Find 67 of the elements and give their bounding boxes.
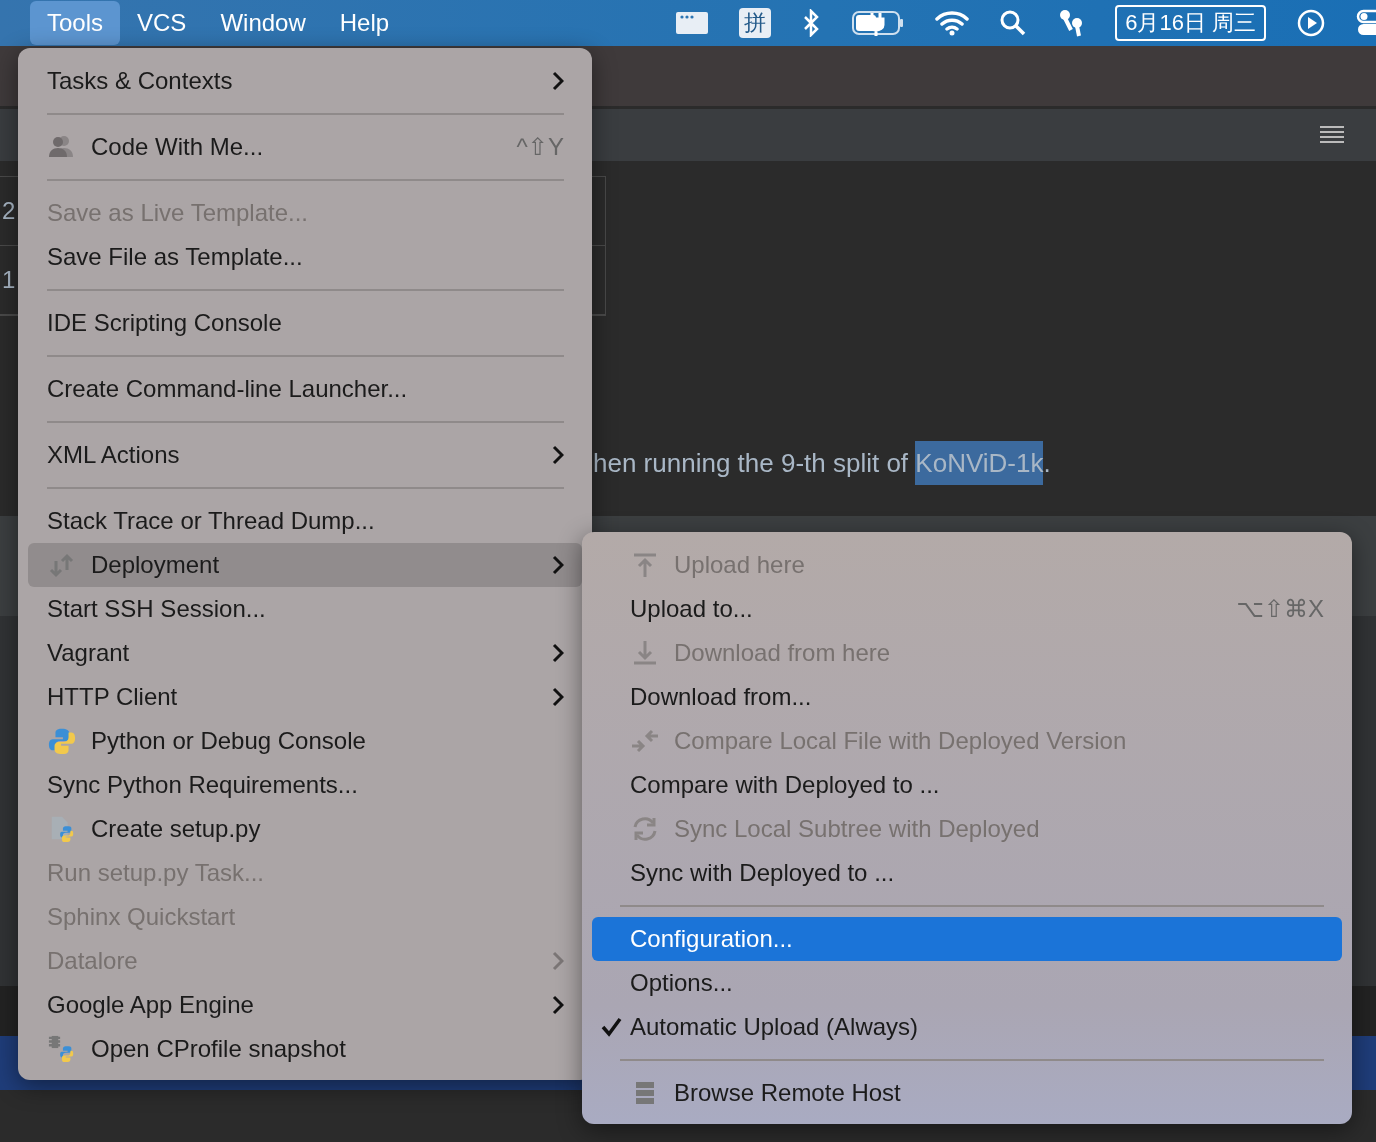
menu-item[interactable]: Upload to... ⌥⇧⌘X bbox=[592, 587, 1342, 631]
wifi-icon[interactable] bbox=[935, 10, 970, 36]
menu-item[interactable]: Download from... bbox=[592, 675, 1342, 719]
date-display[interactable]: 6月16日 周三 bbox=[1115, 5, 1266, 41]
menu-item-label: Google App Engine bbox=[47, 991, 255, 1019]
menu-item-label: Create setup.py bbox=[91, 815, 262, 843]
menu-item-label: Browse Remote Host bbox=[674, 1079, 902, 1107]
menu-item-label: Tasks & Contexts bbox=[47, 67, 234, 95]
menu-item-label: Download from... bbox=[630, 683, 813, 711]
menu-item-label: Save File as Template... bbox=[47, 243, 304, 271]
menu-item[interactable]: IDE Scripting Console bbox=[28, 301, 582, 345]
menu-item-label: HTTP Client bbox=[47, 683, 179, 711]
menu-item[interactable]: Automatic Upload (Always) bbox=[592, 1005, 1342, 1049]
menu-item-label: Configuration... bbox=[630, 925, 794, 953]
menu-item[interactable]: Python or Debug Console bbox=[28, 719, 582, 763]
shortcut-label: ⌥⇧⌘X bbox=[1236, 595, 1324, 623]
menu-item-label: Vagrant bbox=[47, 639, 131, 667]
menu-item[interactable]: Vagrant bbox=[28, 631, 582, 675]
menu-item-label: Compare with Deployed to ... bbox=[630, 771, 941, 799]
menu-item[interactable]: HTTP Client bbox=[28, 675, 582, 719]
menu-bar-item[interactable]: Window bbox=[203, 1, 323, 45]
search-icon[interactable] bbox=[999, 9, 1028, 37]
menu-item-label: Code With Me... bbox=[91, 133, 265, 161]
menu-item-label: Sync with Deployed to ... bbox=[630, 859, 896, 887]
menu-item[interactable]: Save File as Template... bbox=[28, 235, 582, 279]
menu-item[interactable]: Sync with Deployed to ... bbox=[592, 851, 1342, 895]
menu-item-label: Options... bbox=[630, 969, 734, 997]
menu-item[interactable]: Options... bbox=[592, 961, 1342, 1005]
input-method-indicator[interactable]: 拼 bbox=[739, 8, 772, 38]
play-icon[interactable] bbox=[1296, 8, 1326, 38]
menu-item[interactable]: Code With Me... ^⇧Y bbox=[28, 125, 582, 169]
menu-item[interactable]: XML Actions bbox=[28, 433, 582, 477]
menu-item-label: Open CProfile snapshot bbox=[91, 1035, 347, 1063]
menu-item-label: Python or Debug Console bbox=[91, 727, 367, 755]
menu-item[interactable]: Create setup.py bbox=[28, 807, 582, 851]
menu-item-label: Stack Trace or Thread Dump... bbox=[47, 507, 376, 535]
menu-item[interactable]: Stack Trace or Thread Dump... bbox=[28, 499, 582, 543]
menu-item-label: Sync Python Requirements... bbox=[47, 771, 359, 799]
menu-item[interactable]: Create Command-line Launcher... bbox=[28, 367, 582, 411]
menu-bar-item[interactable]: Help bbox=[322, 1, 407, 45]
menu-item-label: Create Command-line Launcher... bbox=[47, 375, 409, 403]
menu-item-label: Deployment bbox=[91, 551, 221, 579]
menu-item[interactable]: Google App Engine bbox=[28, 983, 582, 1027]
python-icon bbox=[47, 727, 77, 755]
menu-item[interactable]: Configuration... bbox=[592, 917, 1342, 961]
menu-item-label: XML Actions bbox=[47, 441, 181, 469]
menu-item-label: Compare Local File with Deployed Version bbox=[674, 727, 1128, 755]
menu-item-label: IDE Scripting Console bbox=[47, 309, 283, 337]
menu-item-label: Download from here bbox=[674, 639, 892, 667]
battery-icon[interactable] bbox=[851, 9, 906, 37]
menu-item-label: Sync Local Subtree with Deployed bbox=[674, 815, 1041, 843]
menu-item[interactable]: Start SSH Session... bbox=[28, 587, 582, 631]
menu-item-label: Upload to... bbox=[630, 595, 754, 623]
menu-item-label: Upload here bbox=[674, 551, 806, 579]
menu-item[interactable]: Sync Python Requirements... bbox=[28, 763, 582, 807]
menu-item-label: Start SSH Session... bbox=[47, 595, 267, 623]
menu-item[interactable]: Browse Remote Host bbox=[592, 1071, 1342, 1115]
menu-item[interactable]: Compare with Deployed to ... bbox=[592, 763, 1342, 807]
menu-item[interactable]: Deployment bbox=[28, 543, 582, 587]
arrows-icon bbox=[630, 727, 660, 755]
shortcut-label: ^⇧Y bbox=[516, 133, 564, 161]
menu-icon[interactable] bbox=[1320, 125, 1344, 145]
menu-item[interactable]: Open CProfile snapshot bbox=[28, 1027, 582, 1071]
keyboard-icon[interactable] bbox=[675, 10, 710, 36]
menu-bar-item[interactable]: VCS bbox=[120, 1, 204, 45]
menu-item[interactable]: Tasks & Contexts bbox=[28, 59, 582, 103]
menu-item-label: Automatic Upload (Always) bbox=[630, 1013, 920, 1041]
